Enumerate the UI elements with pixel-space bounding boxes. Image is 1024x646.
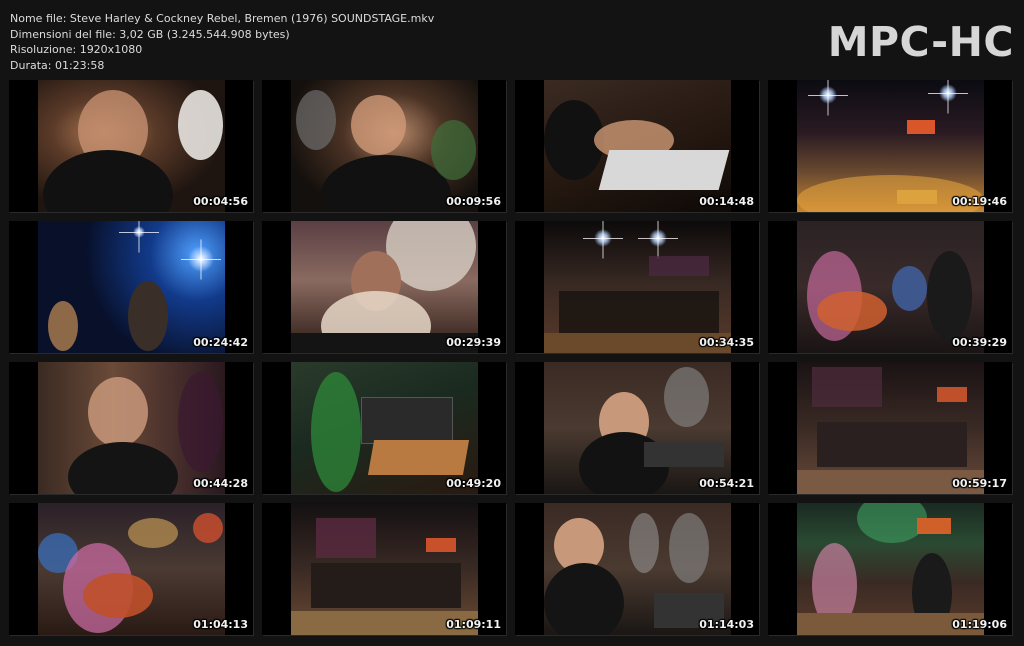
thumbnail[interactable]: 01:14:03	[515, 503, 759, 635]
thumbnail[interactable]: 00:09:56	[262, 80, 506, 212]
timestamp: 00:49:20	[446, 477, 501, 490]
thumbnail[interactable]: 00:54:21	[515, 362, 759, 494]
video-frame	[291, 221, 478, 353]
thumbnail-grid: 00:04:56 00:09:56 00:14:48 00:19:46 00:2…	[9, 80, 1016, 640]
timestamp: 00:54:21	[699, 477, 754, 490]
thumbnail[interactable]: 00:59:17	[768, 362, 1012, 494]
timestamp: 01:14:03	[699, 618, 754, 631]
video-frame	[797, 362, 984, 494]
timestamp: 01:19:06	[952, 618, 1007, 631]
thumbnail[interactable]: 00:49:20	[262, 362, 506, 494]
timestamp: 00:19:46	[952, 195, 1007, 208]
thumbnail[interactable]: 01:04:13	[9, 503, 253, 635]
thumbnail[interactable]: 00:34:35	[515, 221, 759, 353]
video-frame	[38, 503, 225, 635]
video-frame	[291, 362, 478, 494]
thumbnail[interactable]: 00:24:42	[9, 221, 253, 353]
timestamp: 01:04:13	[193, 618, 248, 631]
video-frame	[544, 503, 731, 635]
timestamp: 00:04:56	[193, 195, 248, 208]
timestamp: 00:14:48	[699, 195, 754, 208]
video-frame	[38, 221, 225, 353]
video-frame	[544, 80, 731, 212]
mpc-hc-logo: MPC-HC	[827, 18, 1014, 66]
thumbnail[interactable]: 00:44:28	[9, 362, 253, 494]
duration: Durata: 01:23:58	[10, 58, 105, 72]
video-frame	[544, 362, 731, 494]
thumbnail[interactable]: 00:29:39	[262, 221, 506, 353]
file-size: Dimensioni del file: 3,02 GB (3.245.544.…	[10, 27, 290, 41]
timestamp: 00:09:56	[446, 195, 501, 208]
thumbnail[interactable]: 00:04:56	[9, 80, 253, 212]
header: Nome file: Steve Harley & Cockney Rebel,…	[0, 0, 1024, 80]
thumbnail[interactable]: 00:14:48	[515, 80, 759, 212]
video-frame	[291, 80, 478, 212]
file-name: Nome file: Steve Harley & Cockney Rebel,…	[10, 12, 435, 25]
video-frame	[797, 503, 984, 635]
timestamp: 00:24:42	[193, 336, 248, 349]
video-frame	[38, 80, 225, 212]
timestamp: 00:34:35	[699, 336, 754, 349]
thumbnail[interactable]: 00:39:29	[768, 221, 1012, 353]
timestamp: 00:59:17	[952, 477, 1007, 490]
thumbnail[interactable]: 00:19:46	[768, 80, 1012, 212]
timestamp: 00:39:29	[952, 336, 1007, 349]
video-frame	[797, 80, 984, 212]
video-frame	[38, 362, 225, 494]
timestamp: 01:09:11	[446, 618, 501, 631]
thumbnail[interactable]: 01:19:06	[768, 503, 1012, 635]
timestamp: 00:29:39	[446, 336, 501, 349]
file-info: Nome file: Steve Harley & Cockney Rebel,…	[10, 11, 434, 73]
video-frame	[291, 503, 478, 635]
video-frame	[544, 221, 731, 353]
thumbnail[interactable]: 01:09:11	[262, 503, 506, 635]
video-frame	[797, 221, 984, 353]
resolution: Risoluzione: 1920x1080	[10, 43, 143, 56]
timestamp: 00:44:28	[193, 477, 248, 490]
